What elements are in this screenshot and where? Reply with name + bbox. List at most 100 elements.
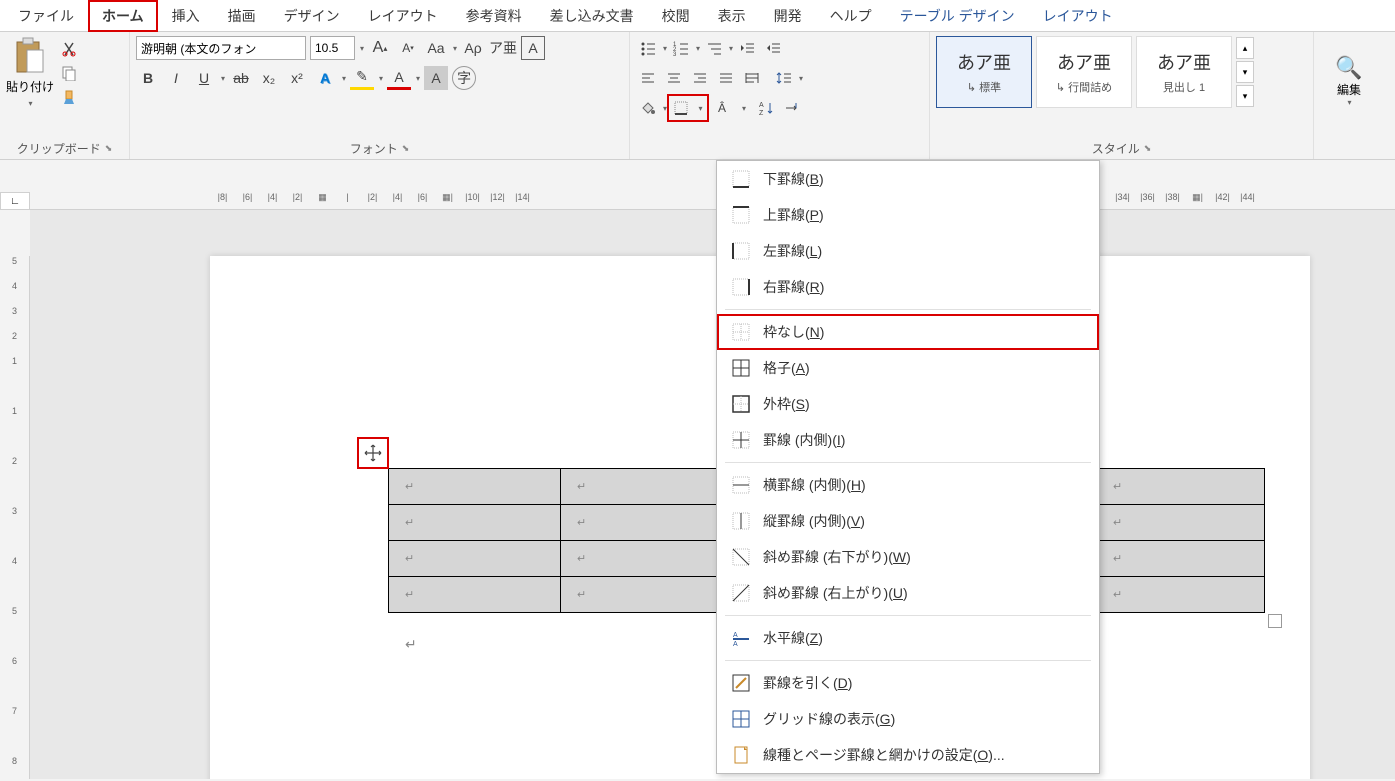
borders-dropdown-button[interactable]: ▾ <box>693 96 707 120</box>
shading-button[interactable] <box>636 96 660 120</box>
search-icon: 🔍 <box>1335 55 1362 81</box>
menu-inside-v-border[interactable]: 縦罫線 (内側)(V) <box>717 503 1099 539</box>
menu-view-gridlines[interactable]: グリッド線の表示(G) <box>717 701 1099 737</box>
decrease-indent-button[interactable] <box>735 36 759 60</box>
style-nospacing[interactable]: あア亜 ↳ 行間詰め <box>1036 36 1132 108</box>
styles-scroll-up[interactable]: ▴ <box>1236 37 1254 59</box>
menu-diag-down-border[interactable]: 斜め罫線 (右下がり)(W) <box>717 539 1099 575</box>
subscript-button[interactable]: x₂ <box>257 66 281 90</box>
style-normal[interactable]: あア亜 ↳ 標準 <box>936 36 1032 108</box>
strikethrough-button[interactable]: ab <box>229 66 253 90</box>
menu-bottom-border[interactable]: 下罫線(B) <box>717 161 1099 197</box>
menu-draw-border[interactable]: 罫線を引く(D) <box>717 665 1099 701</box>
brush-icon <box>61 89 77 105</box>
table-cell[interactable]: ↵ <box>389 505 561 541</box>
styles-scroll-down[interactable]: ▾ <box>1236 61 1254 83</box>
menu-inside-borders[interactable]: 罫線 (内側)(I) <box>717 422 1099 458</box>
font-size-select[interactable] <box>310 36 355 60</box>
styles-launcher[interactable]: ⬊ <box>1144 143 1152 154</box>
char-border-button[interactable]: A <box>521 36 545 60</box>
font-color-button[interactable]: A <box>387 66 411 90</box>
table-cell[interactable]: ↵ <box>1097 541 1265 577</box>
font-launcher[interactable]: ⬊ <box>402 143 410 154</box>
menu-left-border[interactable]: 左罫線(L) <box>717 233 1099 269</box>
align-left-button[interactable] <box>636 66 660 90</box>
line-spacing-button[interactable] <box>772 66 796 90</box>
clear-formatting-button[interactable]: Aρ <box>461 36 485 60</box>
clipboard-launcher[interactable]: ⬊ <box>105 143 113 154</box>
underline-button[interactable]: U <box>192 66 216 90</box>
menu-outside-borders[interactable]: 外枠(S) <box>717 386 1099 422</box>
tab-mailings[interactable]: 差し込み文書 <box>536 0 648 32</box>
menu-top-border[interactable]: 上罫線(P) <box>717 197 1099 233</box>
tab-design[interactable]: デザイン <box>270 0 354 32</box>
text-effects-button[interactable]: A <box>313 66 337 90</box>
tab-table-design[interactable]: テーブル デザイン <box>886 0 1029 32</box>
paste-button[interactable]: 貼り付け▾ <box>6 36 54 109</box>
outdent-icon <box>739 40 755 56</box>
format-painter-button[interactable] <box>58 86 80 108</box>
tab-references[interactable]: 参考資料 <box>452 0 536 32</box>
tab-layout[interactable]: レイアウト <box>354 0 452 32</box>
tab-table-layout[interactable]: レイアウト <box>1029 0 1127 32</box>
change-case-button[interactable]: Aa <box>424 36 448 60</box>
tab-view[interactable]: 表示 <box>704 0 760 32</box>
numbering-button[interactable]: 123 <box>669 36 693 60</box>
table-cell[interactable]: ↵ <box>389 469 561 505</box>
menu-all-borders[interactable]: 格子(A) <box>717 350 1099 386</box>
table-cell[interactable]: ↵ <box>1097 577 1265 613</box>
shrink-font-button[interactable]: A▾ <box>396 36 420 60</box>
table-cell[interactable]: ↵ <box>389 577 561 613</box>
char-shading-button[interactable]: A <box>424 66 448 90</box>
style-heading1[interactable]: あア亜 見出し 1 <box>1136 36 1232 108</box>
increase-indent-button[interactable] <box>761 36 785 60</box>
find-button[interactable]: 🔍 編集 ▾ <box>1320 36 1378 126</box>
phonetic-guide-button[interactable]: ア亜 <box>489 36 517 60</box>
styles-expand[interactable]: ▾ <box>1236 85 1254 107</box>
ruler-horizontal[interactable]: |8||6||4||2|▦||2||4||6|▦||10||12||14||34… <box>30 192 1395 210</box>
ruler-vertical[interactable]: 5432112345678 <box>0 256 30 779</box>
copy-button[interactable] <box>58 62 80 84</box>
distribute-button[interactable] <box>740 66 764 90</box>
table-move-handle[interactable] <box>357 437 389 469</box>
tab-insert[interactable]: 挿入 <box>158 0 214 32</box>
align-center-button[interactable] <box>662 66 686 90</box>
table-resize-handle[interactable] <box>1268 614 1282 628</box>
align-left-icon <box>640 70 656 86</box>
cut-button[interactable] <box>58 38 80 60</box>
border-dropdown-menu: 下罫線(B) 上罫線(P) 左罫線(L) 右罫線(R) 枠なし(N) 格子(A)… <box>716 160 1100 774</box>
menu-right-border[interactable]: 右罫線(R) <box>717 269 1099 305</box>
borders-button[interactable] <box>669 96 693 120</box>
asian-layout-button[interactable]: Â <box>715 96 739 120</box>
table-cell[interactable]: ↵ <box>1097 505 1265 541</box>
menu-diag-up-border[interactable]: 斜め罫線 (右上がり)(U) <box>717 575 1099 611</box>
tab-review[interactable]: 校閲 <box>648 0 704 32</box>
tab-home[interactable]: ホーム <box>88 0 158 32</box>
menu-inside-h-border[interactable]: 横罫線 (内側)(H) <box>717 467 1099 503</box>
menu-borders-shading[interactable]: 線種とページ罫線と網かけの設定(O)... <box>717 737 1099 773</box>
enclose-char-button[interactable]: 字 <box>452 66 476 90</box>
show-marks-button[interactable] <box>780 96 804 120</box>
tab-draw[interactable]: 描画 <box>214 0 270 32</box>
svg-text:A: A <box>733 632 738 639</box>
table-cell[interactable]: ↵ <box>389 541 561 577</box>
tab-developer[interactable]: 開発 <box>760 0 816 32</box>
table-cell[interactable]: ↵ <box>1097 469 1265 505</box>
bold-button[interactable]: B <box>136 66 160 90</box>
tab-file[interactable]: ファイル <box>4 0 88 32</box>
justify-button[interactable] <box>714 66 738 90</box>
highlight-button[interactable]: ✎ <box>350 66 374 90</box>
align-right-button[interactable] <box>688 66 712 90</box>
font-name-select[interactable] <box>136 36 306 60</box>
group-styles: あア亜 ↳ 標準 あア亜 ↳ 行間詰め あア亜 見出し 1 ▴ ▾ ▾ スタイル… <box>930 32 1314 159</box>
ruler-corner[interactable]: ∟ <box>0 192 30 210</box>
superscript-button[interactable]: x² <box>285 66 309 90</box>
multilevel-button[interactable] <box>702 36 726 60</box>
grow-font-button[interactable]: A▴ <box>368 36 392 60</box>
menu-horizontal-line[interactable]: AA水平線(Z) <box>717 620 1099 656</box>
italic-button[interactable]: I <box>164 66 188 90</box>
bullets-button[interactable] <box>636 36 660 60</box>
sort-button[interactable]: AZ <box>754 96 778 120</box>
menu-no-border[interactable]: 枠なし(N) <box>717 314 1099 350</box>
tab-help[interactable]: ヘルプ <box>816 0 886 32</box>
